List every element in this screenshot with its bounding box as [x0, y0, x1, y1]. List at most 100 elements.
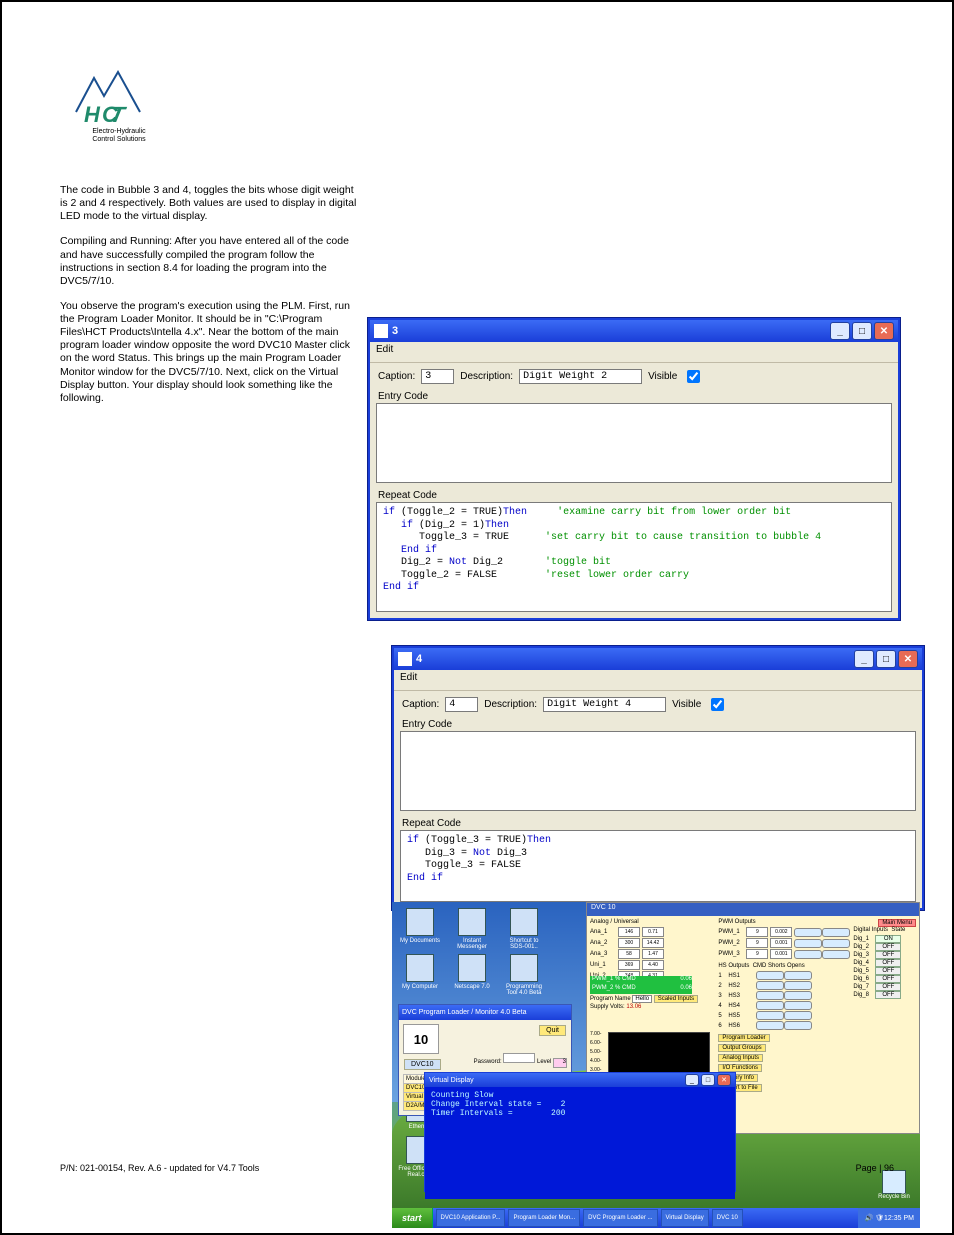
level-value: 3 — [553, 1058, 567, 1068]
desktop-icon[interactable]: Shortcut to SDS-001.. — [502, 908, 546, 950]
repeat-code-label: Repeat Code — [394, 817, 922, 830]
entry-code-box[interactable] — [376, 403, 892, 483]
clock: 12:35 PM — [884, 1215, 914, 1222]
level-label: Level — [537, 1059, 551, 1065]
paragraph-3: You observe the program's execution usin… — [60, 300, 360, 405]
bubble-3-window: 3 _ □ ✕ Edit Caption: Description: Visib… — [368, 318, 900, 620]
footer-left: P/N: 021-00154, Rev. A.6 - updated for V… — [60, 1163, 259, 1173]
quit-button[interactable]: Quit — [539, 1025, 566, 1036]
logo-tag2: Control Solutions — [92, 136, 145, 143]
desktop-icon[interactable]: My Documents — [398, 908, 442, 950]
dvc10-button[interactable]: DVC10 — [404, 1059, 441, 1070]
paragraph-2: Compiling and Running: After you have en… — [60, 235, 360, 288]
hs-row: 2HS2 — [718, 981, 850, 990]
taskbar-item[interactable]: Program Loader Mon... — [508, 1209, 580, 1227]
hs-row: 1HS1 — [718, 971, 850, 980]
analog-row: Ana_11460.71 — [590, 927, 715, 937]
taskbar-item[interactable]: Virtual Display — [661, 1209, 709, 1227]
titlebar[interactable]: 4 _ □ ✕ — [394, 648, 922, 670]
hct-logo: H C T Electro-HydraulicControl Solutions — [74, 70, 164, 143]
side-button[interactable]: Output Groups — [718, 1044, 765, 1052]
password-input[interactable] — [503, 1053, 535, 1063]
digital-row: Dig_4OFF — [853, 959, 916, 967]
minimize-button[interactable]: _ — [685, 1074, 699, 1086]
desktop-icon[interactable]: Netscape 7.0 — [450, 954, 494, 996]
repeat-code-label: Repeat Code — [370, 489, 898, 502]
digital-row: Dig_2OFF — [853, 943, 916, 951]
app-icon — [406, 954, 434, 982]
visible-checkbox[interactable] — [687, 370, 700, 383]
close-button[interactable]: ✕ — [717, 1074, 731, 1086]
repeat-code-box[interactable]: if (Toggle_3 = TRUE)Then Dig_3 = Not Dig… — [400, 830, 916, 902]
pwm-row: PWM_290.001 — [718, 938, 850, 948]
desktop-icon[interactable]: Instant Messenger — [450, 908, 494, 950]
paragraph-1: The code in Bubble 3 and 4, toggles the … — [60, 184, 360, 223]
visible-label: Visible — [672, 699, 701, 710]
digital-row: Dig_1ON — [853, 935, 916, 943]
hs-row: 6HS6 — [718, 1021, 850, 1030]
pwm-row: PWM_390.001 — [718, 949, 850, 959]
virtual-titlebar[interactable]: Virtual Display _ □ ✕ — [425, 1073, 735, 1087]
hs-row: 4HS4 — [718, 1001, 850, 1010]
app-icon — [458, 908, 486, 936]
app-icon — [406, 908, 434, 936]
main-menu-button[interactable]: Main Menu — [878, 919, 916, 927]
hs-row: 3HS3 — [718, 991, 850, 1000]
description-input[interactable] — [543, 697, 666, 712]
close-button[interactable]: ✕ — [898, 650, 918, 668]
window-icon — [398, 652, 412, 666]
side-button[interactable]: Analog Inputs — [718, 1054, 763, 1062]
virtual-display-window: Virtual Display _ □ ✕ Counting Slow Chan… — [424, 1072, 736, 1192]
digital-row: Dig_5OFF — [853, 967, 916, 975]
app-icon — [510, 954, 538, 982]
entry-code-box[interactable] — [400, 731, 916, 811]
analog-row: Ana_3581.47 — [590, 949, 715, 959]
window-title: 3 — [392, 325, 398, 337]
maximize-button[interactable]: □ — [701, 1074, 715, 1086]
caption-label: Caption: — [378, 371, 415, 382]
minimize-button[interactable]: _ — [854, 650, 874, 668]
footer-right: Page | 96 — [856, 1163, 894, 1173]
body-text: The code in Bubble 3 and 4, toggles the … — [60, 184, 360, 417]
dvc-title[interactable]: DVC 10 — [587, 903, 919, 916]
hs-row: 5HS5 — [718, 1011, 850, 1020]
side-button[interactable]: Program Loader — [718, 1034, 769, 1042]
start-button[interactable]: start — [392, 1208, 433, 1228]
description-input[interactable] — [519, 369, 642, 384]
caption-input[interactable] — [421, 369, 454, 384]
desktop-icon[interactable]: My Computer — [398, 954, 442, 996]
digital-row: Dig_6OFF — [853, 975, 916, 983]
svg-text:H: H — [84, 102, 101, 126]
caption-input[interactable] — [445, 697, 478, 712]
titlebar[interactable]: 3 _ □ ✕ — [370, 320, 898, 342]
close-button[interactable]: ✕ — [874, 322, 894, 340]
repeat-code-box[interactable]: if (Toggle_2 = TRUE)Then 'examine carry … — [376, 502, 892, 612]
loader-title[interactable]: DVC Program Loader / Monitor 4.0 Beta — [399, 1005, 571, 1020]
desktop-icon[interactable]: Programming Tool 4.0 Beta — [502, 954, 546, 996]
digital-row: Dig_7OFF — [853, 983, 916, 991]
menu-edit[interactable]: Edit — [394, 670, 922, 691]
taskbar-item[interactable]: DVC10 Application P... — [436, 1209, 506, 1227]
maximize-button[interactable]: □ — [876, 650, 896, 668]
analog-row: Uni_13694.40 — [590, 960, 715, 970]
visible-checkbox[interactable] — [711, 698, 724, 711]
recycle-bin[interactable]: Recycle Bin — [874, 1170, 914, 1200]
logo-tag1: Electro-Hydraulic — [92, 128, 145, 135]
maximize-button[interactable]: □ — [852, 322, 872, 340]
window-title: 4 — [416, 653, 422, 665]
device-number-box: 10 — [403, 1024, 439, 1054]
side-button[interactable]: I/O Functions — [718, 1064, 762, 1072]
description-label: Description: — [460, 371, 513, 382]
taskbar-item[interactable]: DVC Program Loader ... — [583, 1209, 657, 1227]
menu-edit[interactable]: Edit — [370, 342, 898, 363]
taskbar-item[interactable]: DVC 10 — [712, 1209, 743, 1227]
desktop-screenshot: My DocumentsInstant MessengerShortcut to… — [392, 902, 920, 1228]
system-tray[interactable]: 🔊 🛡 12:35 PM — [858, 1208, 920, 1228]
visible-label: Visible — [648, 371, 677, 382]
entry-code-label: Entry Code — [394, 718, 922, 731]
minimize-button[interactable]: _ — [830, 322, 850, 340]
app-icon — [510, 908, 538, 936]
taskbar: start DVC10 Application P...Program Load… — [392, 1208, 920, 1228]
virtual-display-content: Counting Slow Change Interval state = 2 … — [425, 1087, 735, 1199]
window-icon — [374, 324, 388, 338]
